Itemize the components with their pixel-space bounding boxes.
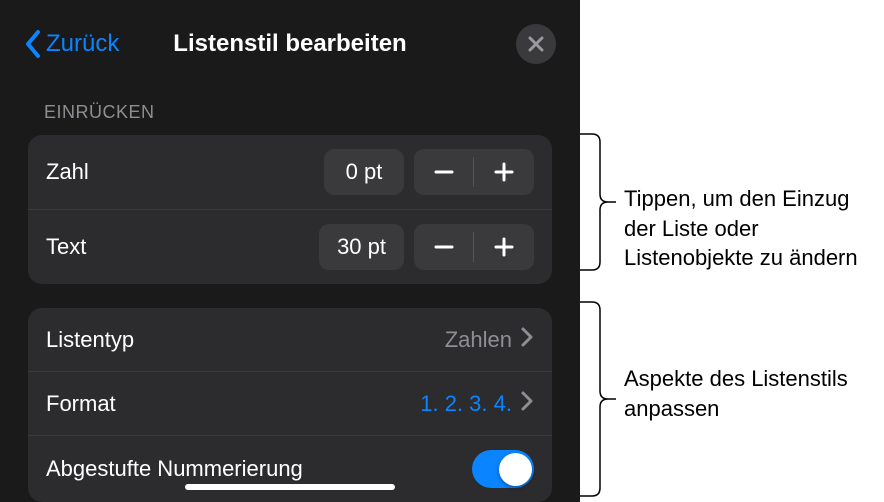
indent-text-value: 30 pt — [319, 224, 404, 270]
tiered-label: Abgestufte Nummerierung — [46, 456, 472, 482]
indent-number-value: 0 pt — [324, 149, 404, 195]
settings-panel: Zurück Listenstil bearbeiten EINRÜCKEN Z… — [0, 0, 580, 502]
close-icon — [527, 35, 545, 53]
chevron-right-icon — [520, 326, 534, 353]
format-value: 1. 2. 3. 4. — [420, 391, 512, 417]
callout-bracket — [580, 296, 616, 502]
back-button[interactable]: Zurück — [24, 29, 119, 59]
listtype-row[interactable]: Listentyp Zahlen — [28, 308, 552, 372]
chevron-right-icon — [520, 390, 534, 417]
format-label: Format — [46, 391, 420, 417]
annotations-area: Tippen, um den Einzug der Liste oder Lis… — [580, 0, 884, 502]
indent-number-row: Zahl 0 pt — [28, 135, 552, 210]
indent-text-stepper — [414, 224, 534, 270]
indent-number-label: Zahl — [46, 159, 324, 185]
tiered-toggle[interactable] — [472, 450, 534, 488]
section-header-indent: EINRÜCKEN — [0, 84, 580, 135]
indent-number-stepper — [414, 149, 534, 195]
plus-icon — [492, 235, 516, 259]
page-title: Listenstil bearbeiten — [173, 30, 406, 58]
indent-number-decrement[interactable] — [414, 149, 474, 195]
indent-card: Zahl 0 pt Text 30 pt — [28, 135, 552, 284]
format-row[interactable]: Format 1. 2. 3. 4. — [28, 372, 552, 436]
minus-icon — [432, 235, 456, 259]
minus-icon — [432, 160, 456, 184]
indent-text-row: Text 30 pt — [28, 210, 552, 284]
callout-indent: Tippen, um den Einzug der Liste oder Lis… — [624, 184, 874, 273]
listtype-label: Listentyp — [46, 327, 445, 353]
chevron-left-icon — [24, 29, 42, 59]
header: Zurück Listenstil bearbeiten — [0, 0, 580, 84]
indent-number-increment[interactable] — [474, 149, 534, 195]
indent-text-increment[interactable] — [474, 224, 534, 270]
callout-bracket — [580, 128, 616, 276]
plus-icon — [492, 160, 516, 184]
close-button[interactable] — [516, 24, 556, 64]
back-label: Zurück — [46, 30, 119, 58]
indent-text-decrement[interactable] — [414, 224, 474, 270]
callout-style: Aspekte des Listenstils anpassen — [624, 364, 874, 423]
indent-text-label: Text — [46, 234, 319, 260]
tiered-row: Abgestufte Nummerierung — [28, 436, 552, 502]
listtype-value: Zahlen — [445, 327, 512, 353]
style-card: Listentyp Zahlen Format 1. 2. 3. 4. Abge… — [28, 308, 552, 502]
home-indicator[interactable] — [185, 484, 395, 490]
